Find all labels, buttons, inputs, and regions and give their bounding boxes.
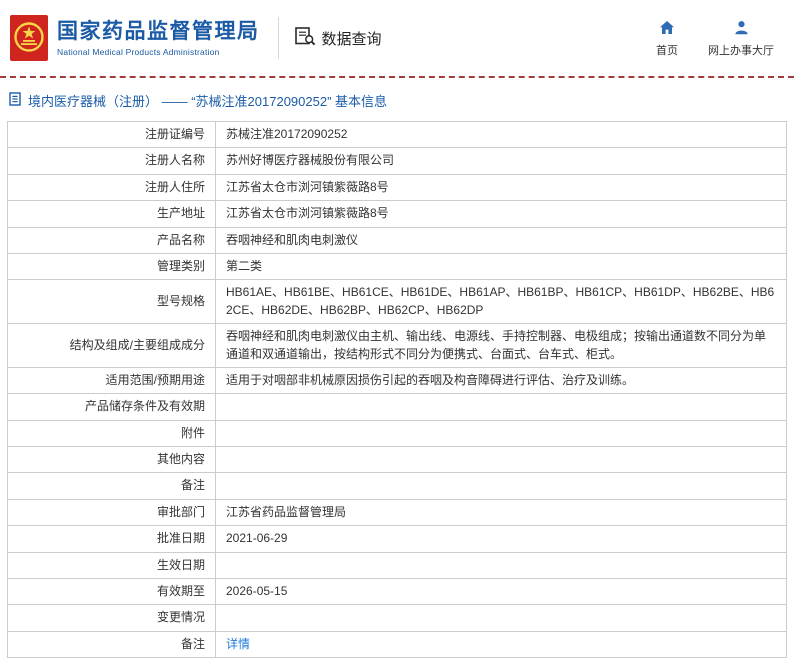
field-value: 第二类 (215, 252, 787, 281)
field-value (215, 419, 787, 448)
field-value: 江苏省太仓市浏河镇紫薇路8号 (215, 200, 787, 228)
table-row: 产品名称 吞咽神经和肌肉电刺激仪 (7, 226, 787, 254)
field-label: 管理类别 (7, 252, 216, 281)
field-value (215, 604, 787, 632)
table-row: 结构及组成/主要组成成分 吞咽神经和肌肉电刺激仪由主机、输出线、电源线、手持控制器… (7, 323, 787, 368)
table-row: 管理类别 第二类 (7, 252, 787, 281)
table-row: 适用范围/预期用途 适用于对咽部非机械原因损伤引起的吞咽及构音障碍进行评估、治疗及… (7, 366, 787, 395)
table-row: 附件 (7, 419, 787, 448)
field-value: 苏械注准20172090252 (215, 120, 787, 149)
field-value: 江苏省药品监督管理局 (215, 498, 787, 527)
national-emblem-icon (10, 15, 48, 61)
field-label: 附件 (7, 419, 216, 448)
nav-service-hall-label: 网上办事大厅 (708, 45, 774, 57)
detail-link[interactable]: 详情 (226, 637, 250, 651)
table-row: 型号规格 HB61AE、HB61BE、HB61CE、HB61DE、HB61AP、H… (7, 279, 787, 325)
table-row: 注册人名称 苏州好博医疗器械股份有限公司 (7, 147, 787, 175)
site-header: 国家药品监督管理局 National Medical Products Admi… (0, 0, 794, 76)
table-row: 生产地址 江苏省太仓市浏河镇紫薇路8号 (7, 200, 787, 228)
field-label: 生效日期 (7, 551, 216, 580)
table-row: 备注 (7, 472, 787, 500)
field-label: 产品名称 (7, 226, 216, 254)
field-value: 详情 (215, 630, 787, 659)
field-label: 注册证编号 (7, 120, 216, 149)
field-label: 批准日期 (7, 525, 216, 553)
data-query-label: 数据查询 (321, 30, 382, 48)
nav-home-label: 首页 (656, 45, 678, 57)
field-label: 备注 (7, 472, 216, 500)
field-label: 其他内容 (7, 446, 216, 474)
table-row: 变更情况 (7, 604, 787, 632)
field-value: 吞咽神经和肌肉电刺激仪由主机、输出线、电源线、手持控制器、电极组成；按输出通道数… (215, 323, 787, 368)
header-vertical-divider (277, 17, 279, 59)
nav-service-hall[interactable]: 网上办事大厅 (708, 20, 774, 58)
field-label: 变更情况 (7, 604, 216, 632)
breadcrumb: 境内医疗器械（注册） —— “苏械注准20172090252” 基本信息 (0, 78, 794, 121)
org-name-en: National Medical Products Administration (57, 47, 220, 58)
home-icon (659, 20, 675, 38)
field-value (215, 446, 787, 474)
table-row: 注册证编号 苏械注准20172090252 (7, 120, 787, 149)
field-label: 结构及组成/主要组成成分 (7, 323, 216, 368)
field-value: 吞咽神经和肌肉电刺激仪 (215, 226, 787, 254)
header-right-nav: 首页 网上办事大厅 (656, 18, 774, 58)
field-label: 适用范围/预期用途 (7, 366, 216, 395)
field-value: 适用于对咽部非机械原因损伤引起的吞咽及构音障碍进行评估、治疗及训练。 (215, 366, 787, 395)
table-row: 有效期至 2026-05-15 (7, 578, 787, 606)
field-value: HB61AE、HB61BE、HB61CE、HB61DE、HB61AP、HB61B… (215, 279, 787, 325)
document-search-icon (294, 26, 316, 50)
data-query-nav[interactable]: 数据查询 (294, 26, 382, 50)
field-label: 注册人住所 (7, 173, 216, 202)
field-label: 生产地址 (7, 200, 216, 228)
table-row: 备注 详情 (7, 630, 787, 659)
table-row: 产品储存条件及有效期 (7, 393, 787, 421)
table-row: 注册人住所 江苏省太仓市浏河镇紫薇路8号 (7, 173, 787, 202)
field-value (215, 393, 787, 421)
table-row: 批准日期 2021-06-29 (7, 525, 787, 553)
field-label: 注册人名称 (7, 147, 216, 175)
field-value: 苏州好博医疗器械股份有限公司 (215, 147, 787, 175)
field-label: 备注 (7, 630, 216, 659)
nmpa-logo-home-link[interactable]: 国家药品监督管理局 National Medical Products Admi… (10, 15, 260, 61)
registration-detail-table: 注册证编号 苏械注准20172090252 注册人名称 苏州好博医疗器械股份有限公司注… (7, 120, 787, 659)
field-value: 江苏省太仓市浏河镇紫薇路8号 (215, 173, 787, 202)
document-icon (8, 92, 22, 109)
field-label: 产品储存条件及有效期 (7, 393, 216, 421)
field-label: 型号规格 (7, 279, 216, 325)
user-icon (734, 20, 749, 38)
org-name-cn: 国家药品监督管理局 (57, 19, 260, 43)
field-value (215, 551, 787, 580)
field-value: 2021-06-29 (215, 525, 787, 553)
table-row: 其他内容 (7, 446, 787, 474)
field-label: 审批部门 (7, 498, 216, 527)
detail-table-body: 注册证编号 苏械注准20172090252 注册人名称 苏州好博医疗器械股份有限公司注… (7, 120, 787, 659)
table-row: 生效日期 (7, 551, 787, 580)
table-row: 审批部门 江苏省药品监督管理局 (7, 498, 787, 527)
page-title: 境内医疗器械（注册） —— “苏械注准20172090252” 基本信息 (28, 94, 388, 109)
nav-home[interactable]: 首页 (656, 20, 678, 58)
field-value: 2026-05-15 (215, 578, 787, 606)
field-value (215, 472, 787, 500)
field-label: 有效期至 (7, 578, 216, 606)
